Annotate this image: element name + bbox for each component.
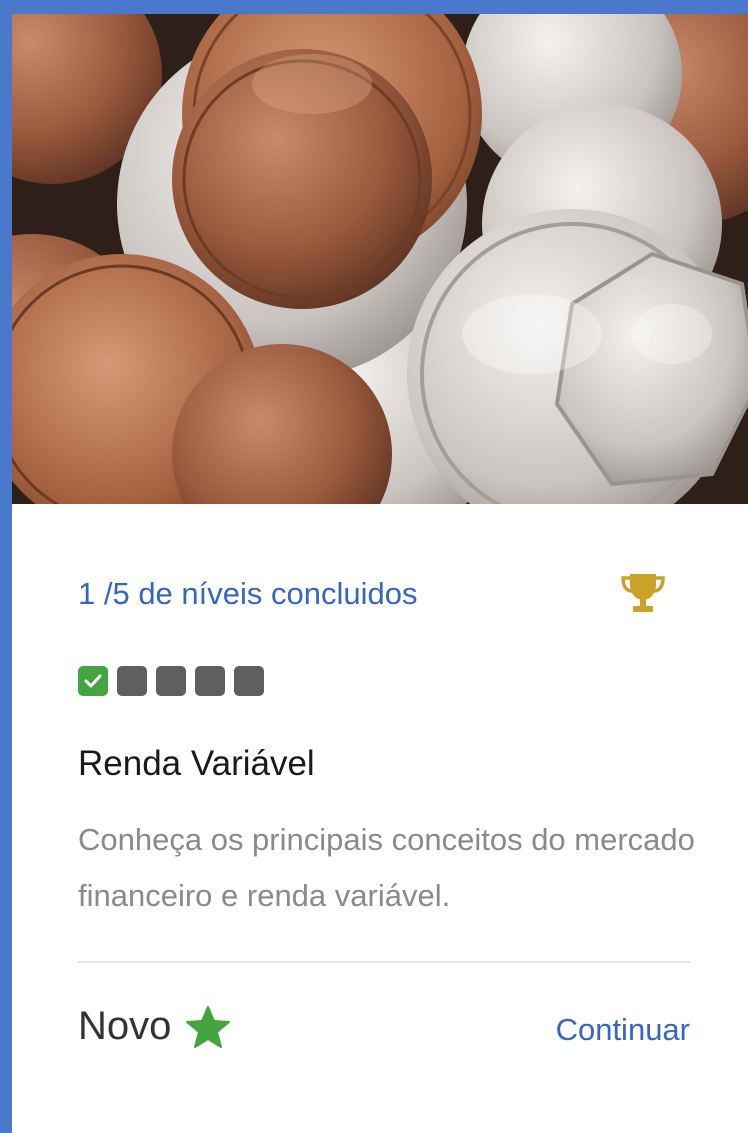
level-indicators (78, 666, 264, 696)
star-icon (186, 1005, 231, 1048)
level-indicator-pending (195, 666, 225, 696)
continue-button[interactable]: Continuar (556, 1012, 690, 1048)
level-indicator-pending (117, 666, 147, 696)
card-accent-border-left (0, 0, 12, 1133)
course-card: 1 /5 de níveis concluidos Renda Variável (0, 0, 748, 1133)
check-icon (84, 674, 102, 688)
divider (78, 961, 690, 963)
level-indicator-pending (156, 666, 186, 696)
card-body: 1 /5 de níveis concluidos Renda Variável (12, 504, 748, 1133)
level-indicator-completed (78, 666, 108, 696)
levels-progress-text: 1 /5 de níveis concluidos (78, 576, 418, 611)
card-accent-border-top (0, 0, 748, 14)
course-status: Novo (78, 1004, 231, 1049)
coins-photo (12, 14, 748, 504)
status-label: Novo (78, 1004, 172, 1048)
trophy-icon (620, 570, 666, 616)
level-indicator-pending (234, 666, 264, 696)
course-title: Renda Variável (78, 744, 315, 783)
course-description: Conheça os principais conceitos do merca… (78, 822, 695, 913)
